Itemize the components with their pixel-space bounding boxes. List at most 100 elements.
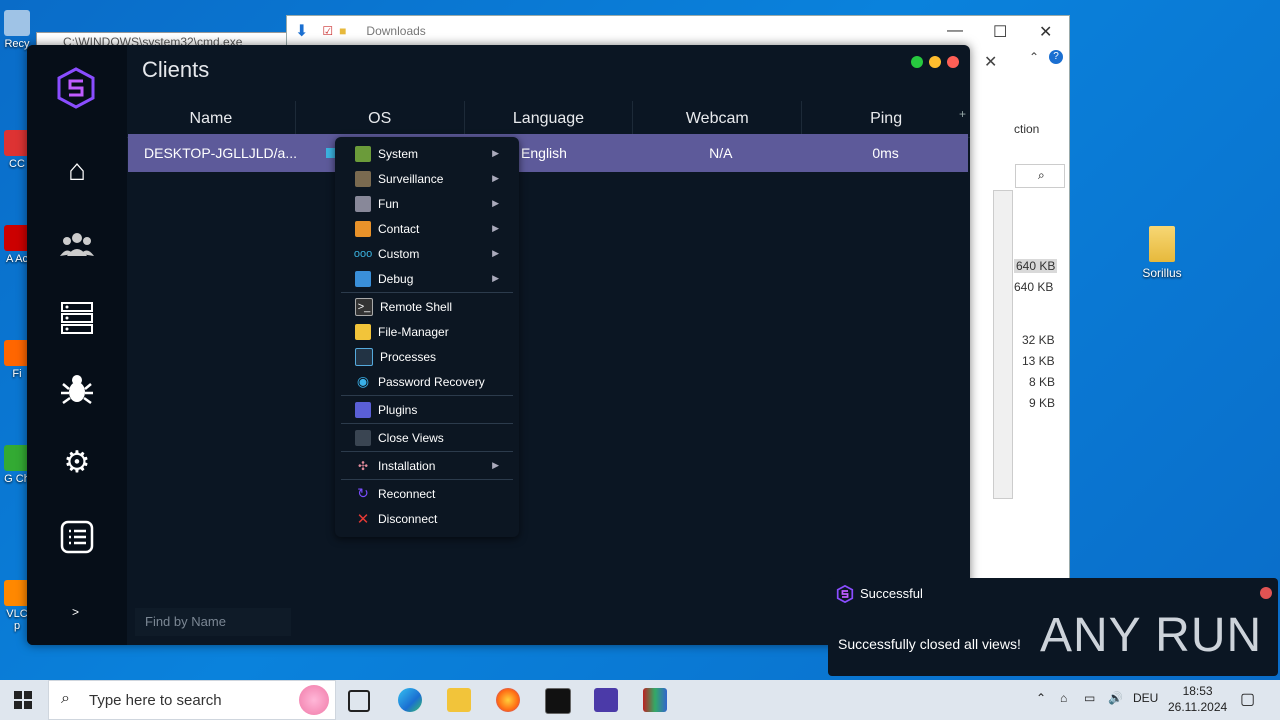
bug-icon[interactable] — [59, 372, 95, 408]
menu-item-remote-shell[interactable]: >_ Remote Shell — [335, 294, 519, 319]
column-header-os[interactable]: OS — [296, 101, 465, 137]
monitor-icon[interactable]: ▭ — [1084, 691, 1095, 705]
table-row[interactable]: DESKTOP-JGLLJLD/a... English N/A 0ms — [128, 134, 968, 172]
menu-item-label: Debug — [378, 271, 414, 286]
home-icon[interactable]: ⌂ — [59, 153, 95, 189]
logs-list-icon[interactable] — [59, 519, 95, 555]
menu-item-close-views[interactable]: Close Views — [335, 425, 519, 450]
minimize-icon[interactable]: — — [947, 22, 963, 40]
find-by-name-input[interactable]: Find by Name — [135, 608, 291, 636]
clock-date: 26.11.2024 — [1168, 700, 1228, 714]
spy-icon — [355, 170, 371, 187]
menu-item-label: Plugins — [378, 402, 418, 417]
ribbon-text: ction — [1014, 122, 1040, 136]
menu-item-label: Disconnect — [378, 511, 438, 526]
taskbar-search-placeholder: Type here to search — [89, 692, 222, 709]
submenu-arrow-icon: ▶ — [492, 273, 499, 283]
menu-item-fun[interactable]: Fun ▶ — [335, 191, 519, 216]
menu-item-debug[interactable]: Debug ▶ — [335, 266, 519, 291]
file-explorer-icon[interactable] — [447, 688, 471, 712]
close-x-icon: ✕ — [356, 510, 370, 528]
menu-item-contact[interactable]: Contact ▶ — [335, 216, 519, 241]
ribbon-close-icon[interactable]: ✕ — [984, 52, 997, 72]
desktop-folder-sorillus[interactable]: Sorillus — [1138, 226, 1186, 280]
cmd-icon[interactable] — [545, 688, 571, 714]
menu-item-system[interactable]: System ▶ — [335, 141, 519, 166]
column-header-language[interactable]: Language — [465, 101, 634, 137]
menu-item-label: Custom — [378, 246, 420, 261]
client-context-menu: System ▶ Surveillance ▶ Fun ▶ Contact ▶ ooo C… — [335, 137, 519, 537]
client-webcam: N/A — [709, 145, 733, 161]
maximize-icon[interactable]: ☐ — [993, 22, 1007, 42]
task-view-icon[interactable] — [348, 690, 370, 712]
menu-item-label: Installation — [378, 458, 436, 473]
close-button[interactable] — [947, 56, 959, 68]
menu-item-reconnect[interactable]: ↻ Reconnect — [335, 481, 519, 506]
windows-start-icon[interactable] — [14, 691, 32, 709]
window-icon — [355, 429, 371, 446]
menu-item-label: Processes — [380, 349, 437, 364]
network-icon[interactable]: ⌂ — [1060, 691, 1067, 705]
lotus-icon — [299, 685, 329, 715]
toast-close-button[interactable] — [1260, 587, 1272, 599]
sidebar: ⌂ ⚙ > — [27, 45, 127, 645]
column-header-webcam[interactable]: Webcam — [633, 101, 803, 137]
explorer-path: Downloads — [366, 24, 426, 38]
sorillus-taskbar-icon[interactable] — [594, 688, 618, 712]
menu-item-label: Contact — [378, 221, 420, 236]
menu-item-file-manager[interactable]: File-Manager — [335, 319, 519, 344]
clients-icon[interactable] — [59, 226, 95, 262]
client-name: DESKTOP-JGLLJLD/a... — [144, 145, 298, 161]
folder-label: Sorillus — [1142, 266, 1182, 280]
submenu-arrow-icon: ▶ — [492, 223, 499, 233]
explorer-scrollbar[interactable] — [993, 190, 1013, 499]
minimize-button[interactable] — [929, 56, 941, 68]
download-arrow-icon: ⬇ — [295, 23, 309, 40]
search-icon: ⌕ — [61, 690, 70, 707]
chevron-up-icon[interactable]: ⌃ — [1036, 691, 1046, 705]
firefox-icon[interactable] — [496, 688, 520, 712]
window-controls — [911, 56, 959, 68]
menu-item-processes[interactable]: Processes — [335, 344, 519, 369]
menu-separator — [341, 479, 513, 480]
menu-item-custom[interactable]: ooo Custom ▶ — [335, 241, 519, 266]
system-clock[interactable]: 18:53 26.11.2024 — [1168, 683, 1227, 715]
expand-sidebar-button[interactable]: > — [72, 605, 79, 619]
page-title: Clients — [142, 57, 210, 82]
winrar-icon[interactable] — [643, 688, 667, 712]
settings-gear-icon[interactable]: ⚙ — [59, 445, 95, 481]
help-icon[interactable]: ? — [1049, 50, 1063, 64]
taskbar-search-input[interactable]: ⌕ Type here to search — [48, 680, 336, 720]
add-column-icon[interactable]: + — [959, 107, 966, 121]
submenu-arrow-icon: ▶ — [492, 173, 499, 183]
sorillus-logo-icon — [836, 585, 854, 603]
menu-item-password-recovery[interactable]: ◉ Password Recovery — [335, 369, 519, 394]
table-header: Name OS Language Webcam Ping — [127, 101, 970, 138]
monitor-chart-icon — [355, 347, 373, 366]
notification-center-icon[interactable]: ▢ — [1240, 689, 1255, 709]
menu-item-plugins[interactable]: Plugins — [335, 397, 519, 422]
taskbar: ⌕ Type here to search ⌃ ⌂ ▭ 🔊 DEU 18:53 … — [0, 680, 1280, 720]
toast-title: Successful — [860, 586, 923, 601]
menu-item-disconnect[interactable]: ✕ Disconnect — [335, 506, 519, 531]
ribbon-collapse-icon[interactable]: ⌃ — [1029, 50, 1039, 64]
volume-icon[interactable]: 🔊 — [1108, 691, 1123, 705]
refresh-icon: ↻ — [357, 485, 369, 501]
explorer-search-box[interactable]: ⌕ — [1015, 164, 1065, 188]
close-icon[interactable]: ✕ — [1039, 22, 1052, 42]
menu-separator — [341, 292, 513, 293]
menu-item-installation[interactable]: ✣ Installation ▶ — [335, 453, 519, 478]
menu-separator — [341, 395, 513, 396]
maximize-button[interactable] — [911, 56, 923, 68]
column-header-ping[interactable]: Ping — [802, 101, 970, 137]
desktop-icon-recycle-bin[interactable]: Recy — [2, 10, 32, 50]
menu-separator — [341, 423, 513, 424]
column-header-name[interactable]: Name — [127, 101, 296, 137]
server-icon[interactable] — [59, 300, 95, 336]
keyboard-language[interactable]: DEU — [1133, 691, 1158, 705]
layers-icon — [355, 270, 371, 287]
menu-item-surveillance[interactable]: Surveillance ▶ — [335, 166, 519, 191]
edge-icon[interactable] — [398, 688, 422, 712]
folder-icon — [355, 323, 371, 340]
file-size: 13 KB — [1022, 354, 1055, 368]
